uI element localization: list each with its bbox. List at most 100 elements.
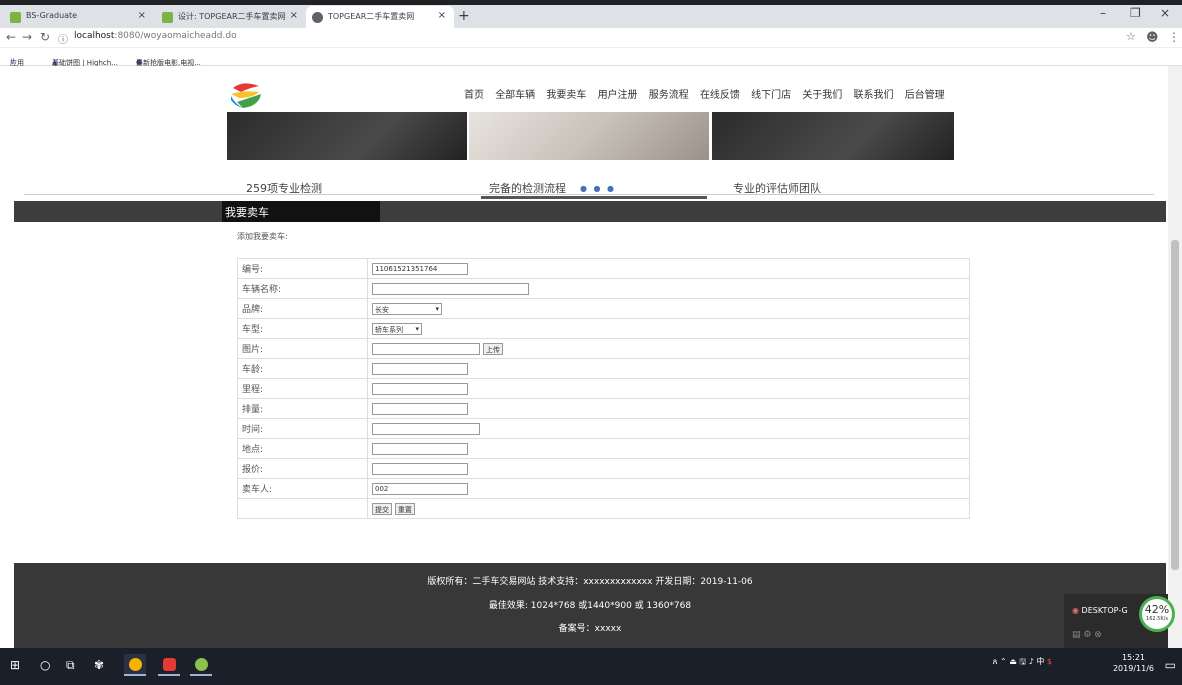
close-tab-icon[interactable]: × bbox=[290, 10, 298, 21]
submit-button[interactable]: 提交 bbox=[372, 502, 392, 515]
footer: 版权所有：二手车交易网站 技术支持：xxxxxxxxxxxxx 开发日期：201… bbox=[14, 563, 1166, 648]
main-nav: 首页 全部车辆 我要卖车 用户注册 服务流程 在线反馈 线下门店 关于我们 联系… bbox=[464, 86, 953, 101]
form-row: 报价: bbox=[237, 458, 970, 479]
favicon-icon bbox=[162, 12, 173, 23]
star-icon[interactable]: ☆ bbox=[1126, 30, 1136, 43]
forward-icon[interactable]: → bbox=[22, 30, 32, 44]
brand-select[interactable]: 长安 ▾ bbox=[372, 302, 442, 315]
new-tab-button[interactable]: + bbox=[458, 8, 470, 24]
form-row: 车龄: bbox=[237, 358, 970, 379]
app-icon[interactable]: ✾ bbox=[94, 658, 104, 672]
feature-3[interactable]: 专业的评估师团队 bbox=[733, 180, 821, 196]
feature-1[interactable]: 259项专业检测 bbox=[246, 180, 322, 196]
nav-sell-car[interactable]: 我要卖车 bbox=[546, 90, 586, 101]
info-icon[interactable]: ⓘ bbox=[58, 31, 68, 46]
carousel-dots[interactable]: ● ● ● bbox=[580, 184, 616, 193]
displacement-field[interactable] bbox=[372, 402, 468, 415]
nav-contact[interactable]: 联系我们 bbox=[854, 90, 894, 101]
nav-about[interactable]: 关于我们 bbox=[802, 90, 842, 101]
network-gauge[interactable]: 42% 162.5K/s bbox=[1139, 596, 1175, 632]
back-icon[interactable]: ← bbox=[6, 30, 16, 44]
device-icon: ◉ bbox=[1072, 606, 1079, 615]
ide-taskbar-icon[interactable] bbox=[158, 654, 180, 676]
form-label: 品牌: bbox=[237, 298, 368, 319]
section-title: 我要卖车 bbox=[222, 201, 380, 222]
form-label: 卖车人: bbox=[237, 478, 368, 499]
car-name-field[interactable] bbox=[372, 282, 529, 295]
form-row: 车辆名称: bbox=[237, 278, 970, 299]
tab-title: 设计: TOPGEAR二手车置卖网 bbox=[178, 12, 286, 21]
reset-button[interactable]: 重置 bbox=[394, 502, 415, 515]
form-row: 卖车人: 002 bbox=[237, 478, 970, 499]
form-row: 排量: bbox=[237, 398, 970, 419]
form-label: 排量: bbox=[237, 398, 368, 419]
tab-title: BS-Graduate bbox=[26, 11, 78, 20]
nav-register[interactable]: 用户注册 bbox=[598, 90, 638, 101]
form-label: 车辆名称: bbox=[237, 278, 368, 299]
tray-icons[interactable]: ጸ ⌃ ⏏ 🖫 ♪ 中 $ bbox=[993, 656, 1052, 670]
chrome-taskbar-icon[interactable] bbox=[124, 654, 146, 676]
browser-tab-bar: BS-Graduate × 设计: TOPGEAR二手车置卖网 × TOPGEA… bbox=[0, 0, 1182, 28]
gauge-percent: 42% bbox=[1144, 603, 1170, 616]
upload-button[interactable]: 上传 bbox=[482, 342, 503, 355]
feature-2[interactable]: 完备的检测流程 bbox=[489, 180, 566, 196]
sell-car-form: 编号: 11061521351764 车辆名称: 品牌: 长安 ▾ 车型: 轿车系列 ▾ … bbox=[237, 258, 970, 519]
form-label: 时间: bbox=[237, 418, 368, 439]
address-bar: ← → ↻ ⓘ localhost:8080/woyaomaicheadd.do… bbox=[0, 28, 1182, 48]
nav-home[interactable]: 首页 bbox=[464, 90, 484, 101]
nav-admin[interactable]: 后台管理 bbox=[905, 90, 945, 101]
mileage-field[interactable] bbox=[372, 382, 468, 395]
banner-image-dashboard bbox=[712, 112, 954, 160]
model-select[interactable]: 轿车系列 ▾ bbox=[372, 322, 422, 335]
nav-service[interactable]: 服务流程 bbox=[649, 90, 689, 101]
banner-image-inspection bbox=[469, 112, 709, 160]
form-row: 车型: 轿车系列 ▾ bbox=[237, 318, 970, 339]
form-subtitle: 添加我要卖车: bbox=[237, 232, 288, 241]
project-taskbar-icon[interactable] bbox=[190, 654, 212, 676]
time-field[interactable] bbox=[372, 422, 480, 435]
close-window-button[interactable]: × bbox=[1160, 6, 1170, 20]
form-row: 图片: 上传 bbox=[237, 338, 970, 359]
price-field[interactable] bbox=[372, 462, 468, 475]
reload-icon[interactable]: ↻ bbox=[40, 30, 50, 44]
nav-feedback[interactable]: 在线反馈 bbox=[700, 90, 740, 101]
scrollbar-thumb[interactable] bbox=[1171, 240, 1179, 570]
close-tab-icon[interactable]: × bbox=[438, 10, 446, 21]
popup-controls-icon[interactable]: ▤ ⚙ ⊗ bbox=[1072, 630, 1102, 640]
scrollbar[interactable] bbox=[1168, 66, 1182, 648]
tab-3-active[interactable]: TOPGEAR二手车置卖网 × bbox=[306, 6, 454, 28]
site-logo bbox=[231, 83, 261, 108]
section-bar bbox=[14, 201, 1166, 222]
task-view-icon[interactable]: ⧉ bbox=[66, 658, 75, 673]
nav-all-cars[interactable]: 全部车辆 bbox=[495, 90, 535, 101]
windows-start-icon[interactable]: ⊞ bbox=[10, 658, 20, 672]
location-field[interactable] bbox=[372, 442, 468, 455]
seller-field[interactable]: 002 bbox=[372, 482, 468, 495]
menu-icon[interactable]: ⋮ bbox=[1168, 30, 1180, 44]
image-field[interactable] bbox=[372, 342, 480, 355]
form-row: 地点: bbox=[237, 438, 970, 459]
tab-1[interactable]: BS-Graduate × bbox=[4, 6, 154, 28]
gauge-speed: 162.5K/s bbox=[1146, 616, 1168, 622]
form-label: 报价: bbox=[237, 458, 368, 479]
divider bbox=[24, 194, 1154, 195]
account-icon[interactable]: ☻ bbox=[1146, 30, 1159, 44]
notification-icon[interactable]: ▭ bbox=[1165, 658, 1176, 672]
form-row: 时间: bbox=[237, 418, 970, 439]
url-field[interactable]: localhost:8080/woyaomaicheadd.do bbox=[74, 31, 237, 41]
form-label: 车型: bbox=[237, 318, 368, 339]
bookmarks-bar: ⠿ 应用 ▲ 基础饼图 | Highch... ● 最新抢版电影,电视... bbox=[0, 48, 1182, 67]
globe-icon bbox=[312, 12, 323, 23]
close-tab-icon[interactable]: × bbox=[138, 10, 146, 21]
footer-copyright: 版权所有：二手车交易网站 技术支持：xxxxxxxxxxxxx 开发日期：201… bbox=[427, 577, 753, 587]
id-field[interactable]: 11061521351764 bbox=[372, 262, 468, 275]
search-icon[interactable]: ○ bbox=[40, 658, 50, 672]
minimize-button[interactable]: – bbox=[1100, 6, 1106, 20]
nav-stores[interactable]: 线下门店 bbox=[751, 90, 791, 101]
form-row: 里程: bbox=[237, 378, 970, 399]
clock[interactable]: 15:21 2019/11/6 bbox=[1113, 652, 1154, 674]
age-field[interactable] bbox=[372, 362, 468, 375]
maximize-button[interactable]: ❐ bbox=[1130, 6, 1141, 20]
tab-2[interactable]: 设计: TOPGEAR二手车置卖网 × bbox=[156, 6, 306, 28]
footer-icp: 备案号：xxxxx bbox=[558, 624, 622, 634]
